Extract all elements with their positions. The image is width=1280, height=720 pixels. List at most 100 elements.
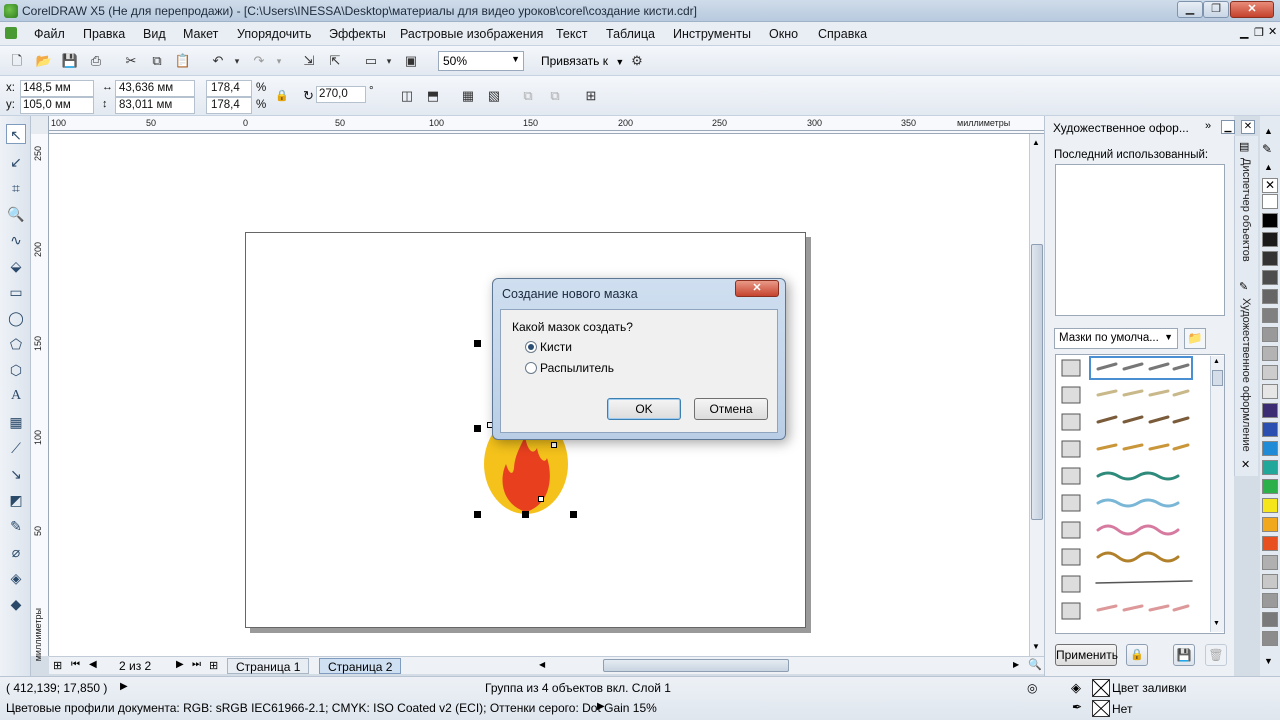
docker-expand-icon[interactable]: » bbox=[1205, 120, 1211, 132]
color-swatch[interactable] bbox=[1262, 194, 1278, 209]
vertical-scroll-thumb[interactable] bbox=[1031, 244, 1043, 520]
polygon-tool-icon[interactable]: ⬠ bbox=[6, 334, 26, 354]
docker-minimize-icon[interactable]: ▁ bbox=[1221, 120, 1235, 134]
menu-effects[interactable]: Эффекты bbox=[329, 27, 386, 41]
copy-icon[interactable]: ⧉ bbox=[148, 52, 166, 70]
menu-text[interactable]: Текст bbox=[556, 27, 587, 41]
smart-fill-icon[interactable]: ⬙ bbox=[6, 256, 26, 276]
scroll-left-icon[interactable]: ◀ bbox=[539, 660, 545, 669]
radio-brush[interactable] bbox=[525, 341, 537, 353]
horizontal-ruler[interactable]: 100 50 0 50 100 150 200 250 300 350 милл… bbox=[31, 116, 1044, 134]
new-document-icon[interactable]: 🗋 bbox=[8, 52, 26, 70]
recent-strokes-preview[interactable] bbox=[1055, 164, 1225, 316]
radio-brush-label[interactable]: Кисти bbox=[540, 340, 572, 354]
last-page-icon[interactable]: ⏭ bbox=[192, 659, 201, 670]
selection-handle[interactable] bbox=[474, 511, 481, 518]
profiles-play-icon[interactable]: ▶ bbox=[597, 701, 605, 712]
node-handle[interactable] bbox=[538, 496, 544, 502]
rectangle-tool-icon[interactable]: ▭ bbox=[6, 282, 26, 302]
radio-sprayer-label[interactable]: Распылитель bbox=[540, 361, 614, 375]
menu-tools[interactable]: Инструменты bbox=[673, 27, 751, 41]
add-page-before-icon[interactable]: ⊞ bbox=[53, 659, 62, 672]
stroke-list[interactable] bbox=[1055, 354, 1225, 634]
undo-icon[interactable]: ↶ bbox=[209, 52, 227, 70]
basic-shapes-icon[interactable]: ⬡ bbox=[6, 360, 26, 380]
horizontal-scroll-thumb[interactable] bbox=[603, 659, 789, 672]
crop-tool-icon[interactable]: ⌗ bbox=[6, 178, 26, 198]
outline-tool-icon[interactable]: ⌀ bbox=[6, 542, 26, 562]
stroke-list-scrollbar[interactable]: ▲ ▼ bbox=[1210, 356, 1224, 632]
scroll-right-icon[interactable]: ▶ bbox=[1013, 660, 1019, 669]
connector-tool-icon[interactable]: ↘ bbox=[6, 464, 26, 484]
color-swatch[interactable] bbox=[1262, 327, 1278, 342]
launcher-dropdown-icon[interactable]: ▾ bbox=[380, 52, 398, 70]
node-handle[interactable] bbox=[551, 442, 557, 448]
palette-up-icon[interactable]: ▲ bbox=[1264, 162, 1273, 172]
close-tab-icon[interactable]: ✕ bbox=[1241, 458, 1250, 471]
stroke-list-scroll-thumb[interactable] bbox=[1212, 370, 1223, 386]
color-swatch[interactable] bbox=[1262, 555, 1278, 570]
next-page-icon[interactable]: ▶ bbox=[176, 659, 184, 670]
tab-page-2[interactable]: Страница 2 bbox=[319, 658, 402, 674]
text-tool-icon[interactable]: A bbox=[6, 386, 26, 406]
table-tool-icon[interactable]: ▦ bbox=[6, 412, 26, 432]
color-swatch[interactable] bbox=[1262, 612, 1278, 627]
add-page-after-icon[interactable]: ⊞ bbox=[209, 659, 218, 672]
interactive-fill-icon[interactable]: ◆ bbox=[6, 594, 26, 614]
stroke-category-select[interactable]: Мазки по умолча... ▼ bbox=[1054, 328, 1178, 349]
browse-folder-icon[interactable]: 📁 bbox=[1184, 328, 1206, 349]
prev-page-icon[interactable]: ◀ bbox=[89, 659, 97, 670]
mdi-minimize-icon[interactable]: ▁ bbox=[1240, 26, 1248, 39]
save-icon[interactable]: 💾 bbox=[61, 52, 79, 70]
ungroup-icon[interactable]: ▧ bbox=[485, 87, 503, 105]
menu-window[interactable]: Окно bbox=[769, 27, 798, 41]
document-icon[interactable] bbox=[5, 27, 17, 39]
color-swatch[interactable] bbox=[1262, 346, 1278, 361]
vertical-ruler[interactable]: 250 200 150 100 50 миллиметры bbox=[31, 134, 49, 661]
selection-handle[interactable] bbox=[522, 511, 529, 518]
menu-layout[interactable]: Макет bbox=[183, 27, 218, 41]
color-swatch[interactable] bbox=[1262, 213, 1278, 228]
coords-play-icon[interactable]: ▶ bbox=[120, 681, 128, 692]
first-page-icon[interactable]: ⏮ bbox=[71, 659, 80, 670]
scroll-down-icon[interactable]: ▼ bbox=[1213, 620, 1220, 627]
eyedropper-icon[interactable]: ✎ bbox=[1262, 142, 1272, 156]
eyedropper-tool-icon[interactable]: ✎ bbox=[6, 516, 26, 536]
open-icon[interactable]: 📂 bbox=[35, 52, 53, 70]
color-swatch[interactable] bbox=[1262, 536, 1278, 551]
selection-handle[interactable] bbox=[570, 511, 577, 518]
maximize-button[interactable]: ❐ bbox=[1203, 1, 1229, 18]
color-swatch[interactable] bbox=[1262, 593, 1278, 608]
zoom-tool-icon[interactable]: 🔍 bbox=[6, 204, 26, 224]
tab-page-1[interactable]: Страница 1 bbox=[227, 658, 310, 674]
undo-dropdown-icon[interactable]: ▾ bbox=[228, 52, 246, 70]
mdi-restore-icon[interactable]: ❐ bbox=[1254, 26, 1264, 39]
export-icon[interactable]: ⇱ bbox=[326, 52, 344, 70]
break-apart-icon[interactable]: ⧉ bbox=[546, 87, 564, 105]
save-stroke-icon[interactable]: 💾 bbox=[1173, 644, 1195, 666]
scroll-up-icon[interactable]: ▲ bbox=[1213, 358, 1220, 365]
blend-tool-icon[interactable]: ◩ bbox=[6, 490, 26, 510]
color-swatch[interactable] bbox=[1262, 479, 1278, 494]
radio-sprayer[interactable] bbox=[525, 362, 537, 374]
menu-table[interactable]: Таблица bbox=[606, 27, 655, 41]
welcome-screen-icon[interactable]: ▣ bbox=[402, 52, 420, 70]
cancel-button[interactable]: Отмена bbox=[694, 398, 768, 420]
color-swatch[interactable] bbox=[1262, 289, 1278, 304]
align-distribute-icon[interactable]: ⊞ bbox=[582, 87, 600, 105]
color-swatch[interactable] bbox=[1262, 308, 1278, 323]
redo-dropdown-icon[interactable]: ▾ bbox=[270, 52, 288, 70]
no-color-swatch[interactable]: ✕ bbox=[1262, 178, 1278, 193]
ruler-origin[interactable] bbox=[31, 116, 49, 134]
color-swatch[interactable] bbox=[1262, 422, 1278, 437]
lock-icon[interactable]: 🔒 bbox=[1126, 644, 1148, 666]
outline-color-swatch[interactable] bbox=[1092, 700, 1110, 717]
docker-close-icon[interactable]: ✕ bbox=[1241, 120, 1255, 134]
vertical-scrollbar[interactable]: ▲ ▼ bbox=[1029, 134, 1044, 656]
tab-artistic-media[interactable]: Художественное оформление bbox=[1240, 298, 1252, 452]
menu-help[interactable]: Справка bbox=[818, 27, 867, 41]
mirror-vertical-icon[interactable]: ⬒ bbox=[424, 87, 442, 105]
close-button[interactable]: ✕ bbox=[1230, 1, 1274, 18]
tab-object-manager[interactable]: Диспетчер объектов bbox=[1240, 158, 1252, 262]
redo-icon[interactable]: ↷ bbox=[250, 52, 268, 70]
